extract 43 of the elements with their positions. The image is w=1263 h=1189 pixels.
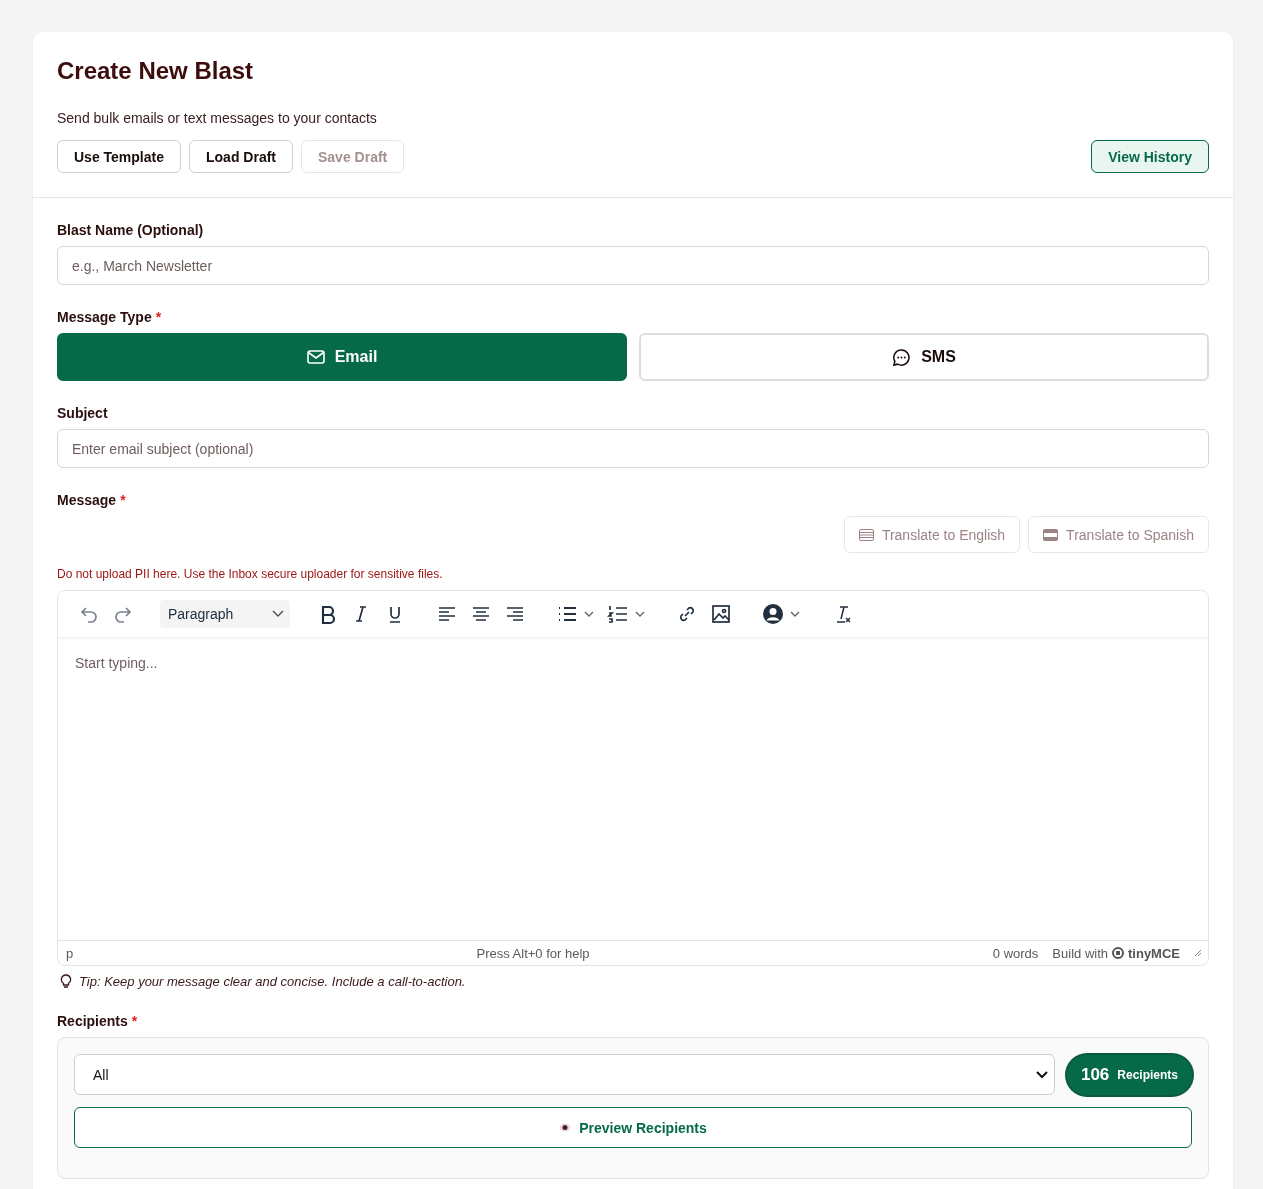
envelope-icon <box>306 350 325 364</box>
subject-field[interactable]: Enter email subject (optional) <box>57 429 1209 468</box>
resize-handle-icon[interactable] <box>1194 949 1202 957</box>
flag-icon <box>1043 528 1059 541</box>
chevron-down-icon <box>272 610 284 618</box>
blast-name-field[interactable]: e.g., March Newsletter <box>57 246 1209 285</box>
chat-bubble-icon <box>892 347 912 367</box>
tip-text: Tip: Keep your message clear and concise. Include a call-to-action. <box>79 974 466 989</box>
required-mark: * <box>120 492 126 508</box>
chevron-down-icon <box>1035 1070 1048 1079</box>
numbers-icon[interactable] <box>607 603 629 625</box>
required-mark: * <box>131 1013 138 1029</box>
page-title: Create New Blast <box>57 56 255 86</box>
field-label: Subject <box>57 405 108 421</box>
eye-icon <box>559 1123 572 1132</box>
message-type-option[interactable]: Email <box>57 333 627 381</box>
help-hint: Press Alt+0 for help <box>475 945 591 961</box>
action-button[interactable]: Use Template <box>57 140 181 173</box>
field-label: Message <box>57 492 117 508</box>
action-button[interactable]: Load Draft <box>189 140 293 173</box>
lightbulb-icon <box>60 974 72 989</box>
warning-text: Do not upload PII here. Use the Inbox secure uploader for sensitive files. <box>57 567 444 581</box>
image-icon[interactable] <box>710 603 732 625</box>
preview-recipients-button[interactable]: Preview Recipients <box>74 1107 1192 1148</box>
word-count: 0 words <box>992 945 1039 961</box>
rich-text-editor[interactable]: Paragraph Start typing... p Press Alt+0 for help 0 words Build with tinyMCE <box>57 590 1209 966</box>
brand-logo-icon <box>1112 947 1124 959</box>
editor-placeholder: Start typing... <box>58 637 1208 941</box>
avatar-icon[interactable] <box>762 603 784 625</box>
branding-text: Build with <box>1052 945 1108 961</box>
brand-name: tinyMCE <box>1128 945 1180 961</box>
flag-icon <box>858 528 874 541</box>
required-mark: * <box>155 309 162 325</box>
message-type-option[interactable]: SMS <box>639 333 1209 381</box>
field-label: Recipients <box>57 1013 128 1029</box>
view-history-button[interactable]: View History <box>1091 140 1209 173</box>
recipient-count-badge: 106 Recipients <box>1066 1054 1192 1095</box>
field-label: Blast Name (Optional) <box>57 222 204 238</box>
element-path: p <box>66 945 74 961</box>
page-subtitle: Send bulk emails or text messages to your contacts <box>57 110 378 126</box>
block-format-dropdown[interactable]: Paragraph <box>160 600 290 628</box>
field-label: Message Type <box>57 309 152 325</box>
recipients-dropdown[interactable]: All <box>74 1054 1055 1095</box>
